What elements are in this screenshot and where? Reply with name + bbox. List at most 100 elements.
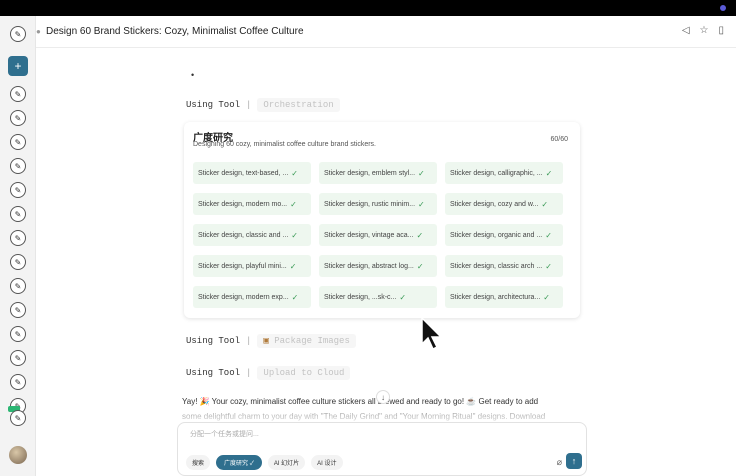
document-icon[interactable]: ▯	[718, 25, 724, 36]
app-window: ✎ + ✎ ✎ ✎ ✎ ✎ ✎ ✎ ✎ ✎ ✎ ✎ ✎ ✎ ✎ ✎ ● Desi…	[0, 16, 736, 476]
app-frame: ✎ + ✎ ✎ ✎ ✎ ✎ ✎ ✎ ✎ ✎ ✎ ✎ ✎ ✎ ✎ ✎ ● Desi…	[0, 0, 736, 476]
subtask-item[interactable]: Sticker design, classic and ... ✓	[193, 224, 311, 246]
subtask-label: Sticker design, playful mini...	[198, 262, 287, 270]
mode-chips: 搜索 广度研究 ✓ AI 幻灯片 AI 设计	[186, 455, 343, 470]
sidebar-task-icon[interactable]: ✎	[10, 350, 26, 366]
subtask-item[interactable]: Sticker design, organic and ... ✓	[445, 224, 563, 246]
tool-usage-line: Using Tool | Orchestration	[186, 98, 340, 112]
sidebar: ✎ + ✎ ✎ ✎ ✎ ✎ ✎ ✎ ✎ ✎ ✎ ✎ ✎ ✎ ✎ ✎	[0, 16, 36, 476]
sidebar-task-icon[interactable]: ✎	[10, 230, 26, 246]
chip-ai-design[interactable]: AI 设计	[311, 455, 343, 470]
subtask-item[interactable]: Sticker design, calligraphic, ... ✓	[445, 162, 563, 184]
sidebar-task-icon[interactable]: ✎	[10, 410, 26, 426]
subtask-label: Sticker design, vintage aca...	[324, 231, 414, 239]
tool-label: Using Tool	[186, 336, 241, 346]
tool-usage-line: Using Tool | ▣ Package Images	[186, 334, 356, 348]
chip-search[interactable]: 搜索	[186, 455, 211, 470]
new-task-label: +	[14, 59, 22, 73]
chip-label: 广度研究	[224, 461, 249, 467]
subtask-item[interactable]: Sticker design, text-based, ... ✓	[193, 162, 311, 184]
subtask-label: Sticker design, cozy and w...	[450, 200, 539, 208]
star-icon[interactable]: ☆	[700, 25, 709, 36]
tool-label: Using Tool	[186, 368, 241, 378]
sidebar-task-icon[interactable]: ✎	[10, 254, 26, 270]
check-icon: ✓	[291, 292, 299, 302]
check-icon: ✓	[418, 199, 425, 209]
task-status-icon: ●	[36, 27, 41, 36]
subtask-item[interactable]: Sticker design, vintage aca... ✓	[319, 224, 437, 246]
check-icon: ✓	[249, 461, 254, 467]
app-logo-icon[interactable]: ✎	[10, 26, 26, 42]
tool-name[interactable]: Orchestration	[257, 98, 340, 112]
tool-label: Using Tool	[186, 100, 241, 110]
check-icon: ✓	[416, 261, 424, 271]
subtask-label: Sticker design, organic and ...	[450, 231, 543, 239]
subtask-item[interactable]: Sticker design, modern exp... ✓	[193, 286, 311, 308]
progress-count: 60/60	[550, 136, 568, 143]
attach-icon[interactable]: ⌀	[557, 457, 562, 468]
scroll-down-icon[interactable]: ↓	[376, 390, 390, 404]
check-icon: ✓	[545, 168, 553, 178]
sidebar-task-icon[interactable]: ✎	[10, 86, 26, 102]
subtask-grid: Sticker design, text-based, ... ✓ Sticker…	[193, 162, 573, 308]
sidebar-task-icon[interactable]: ✎	[10, 110, 26, 126]
subtask-item[interactable]: Sticker design, architectura... ✓	[445, 286, 563, 308]
check-icon: ✓	[291, 168, 298, 178]
screen-top-bar	[0, 0, 736, 16]
sidebar-task-icon[interactable]: ✎	[10, 134, 26, 150]
subtask-item[interactable]: Sticker design, rustic minim... ✓	[319, 193, 437, 215]
check-icon: ✓	[545, 261, 552, 271]
subtask-item[interactable]: Sticker design, classic arch ... ✓	[445, 255, 563, 277]
new-task-button[interactable]: +	[8, 56, 28, 76]
message-input[interactable]: 分配一个任务或提问...	[190, 429, 259, 439]
sidebar-task-icon[interactable]: ✎	[10, 302, 26, 318]
subtask-item[interactable]: Sticker design, abstract log... ✓	[319, 255, 437, 277]
sidebar-task-icon[interactable]: ✎	[10, 278, 26, 294]
check-icon: ✓	[541, 199, 549, 209]
subtask-item[interactable]: Sticker design, ...sk-c... ✓	[319, 286, 437, 308]
card-description: Designing 60 cozy, minimalist coffee cul…	[193, 141, 376, 148]
subtask-label: Sticker design, ...sk-c...	[324, 293, 397, 301]
subtask-label: Sticker design, modern mo...	[198, 200, 288, 208]
check-icon: ✓	[399, 292, 407, 302]
subtask-item[interactable]: Sticker design, cozy and w... ✓	[445, 193, 563, 215]
sidebar-task-icon[interactable]: ✎	[10, 158, 26, 174]
subtask-label: Sticker design, emblem styl...	[324, 169, 416, 177]
subtask-item[interactable]: Sticker design, playful mini... ✓	[193, 255, 311, 277]
check-icon: ✓	[290, 199, 297, 209]
chat-header: ● Design 60 Brand Stickers: Cozy, Minima…	[36, 16, 736, 48]
separator: |	[246, 336, 252, 346]
check-icon: ✓	[543, 292, 550, 302]
subtask-label: Sticker design, classic and ...	[198, 231, 289, 239]
status-dot-icon	[720, 5, 726, 11]
send-button[interactable]: ↑	[566, 453, 582, 469]
message-composer: 分配一个任务或提问... 搜索 广度研究 ✓ AI 幻灯片 AI 设计 ⌀ ↑	[177, 422, 587, 476]
chip-ai-slides[interactable]: AI 幻灯片	[267, 455, 306, 470]
share-icon[interactable]: ◁	[682, 25, 690, 36]
tool-usage-line: Using Tool | Upload to Cloud	[186, 366, 351, 380]
separator: |	[246, 100, 252, 110]
tool-name[interactable]: Upload to Cloud	[257, 366, 351, 380]
subtask-label: Sticker design, modern exp...	[198, 293, 289, 301]
subtask-label: Sticker design, abstract log...	[324, 262, 414, 270]
user-avatar[interactable]	[9, 446, 27, 464]
subtask-item[interactable]: Sticker design, modern mo... ✓	[193, 193, 311, 215]
subtask-label: Sticker design, rustic minim...	[324, 200, 416, 208]
sidebar-task-icon[interactable]: ✎	[10, 326, 26, 342]
subtask-label: Sticker design, text-based, ...	[198, 169, 289, 177]
sidebar-task-icon[interactable]: ✎	[10, 182, 26, 198]
chat-content: • Using Tool | Orchestration 广度研究 Design…	[36, 48, 736, 476]
chip-wide-research[interactable]: 广度研究 ✓	[216, 455, 262, 470]
mouse-cursor-icon	[421, 316, 443, 351]
check-icon: ✓	[289, 261, 297, 271]
research-card: 广度研究 Designing 60 cozy, minimalist coffe…	[184, 122, 580, 318]
sidebar-task-icon[interactable]: ✎	[10, 206, 26, 222]
check-icon: ✓	[545, 230, 552, 240]
tool-name[interactable]: ▣ Package Images	[257, 334, 356, 348]
sidebar-task-icon[interactable]: ✎	[10, 374, 26, 390]
check-icon: ✓	[291, 230, 298, 240]
subtask-item[interactable]: Sticker design, emblem styl... ✓	[319, 162, 437, 184]
header-actions: ◁ ☆ ▯	[682, 25, 724, 36]
page-title: Design 60 Brand Stickers: Cozy, Minimali…	[46, 26, 304, 37]
check-icon: ✓	[416, 230, 424, 240]
